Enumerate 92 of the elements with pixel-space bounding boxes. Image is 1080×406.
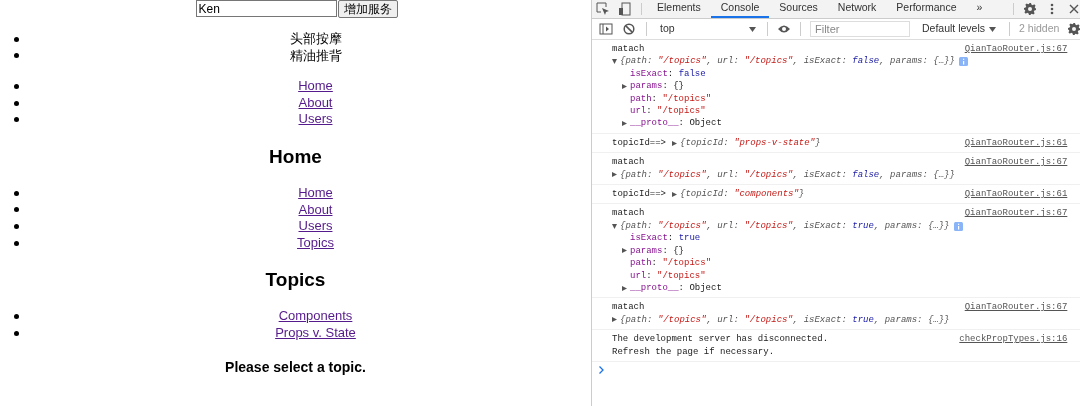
topic-link[interactable]: Components bbox=[278, 308, 353, 324]
devtools-tab[interactable]: Performance bbox=[886, 0, 967, 18]
nav-link[interactable]: Users bbox=[298, 111, 333, 127]
more-tabs-button[interactable]: » bbox=[966, 0, 993, 18]
nav-link[interactable]: Topics bbox=[297, 234, 334, 250]
bullet-icon bbox=[14, 53, 19, 59]
source-link[interactable]: QianTaoRouter.js:67 bbox=[964, 301, 1068, 314]
object-summary[interactable]: {path: "/topics", url: "/topics", isExact: false, params: {…}} bbox=[620, 168, 955, 182]
log-label: topicId==> bbox=[612, 136, 666, 150]
page-heading: Home bbox=[268, 145, 323, 168]
object-property[interactable]: params: {} bbox=[630, 80, 685, 93]
object-summary[interactable]: {path: "/topics", url: "/topics", isExact: false, params: {…}} bbox=[620, 55, 955, 68]
log-label: matach bbox=[612, 156, 645, 169]
object-summary[interactable]: {topicId: "components"} bbox=[680, 188, 805, 201]
expand-triangle-icon[interactable] bbox=[622, 121, 627, 127]
source-link[interactable]: QianTaoRouter.js:67 bbox=[964, 207, 1068, 220]
close-icon[interactable] bbox=[1069, 4, 1080, 14]
info-icon bbox=[958, 57, 968, 67]
log-label: matach bbox=[612, 207, 645, 220]
caret-icon bbox=[989, 26, 997, 32]
nav-link[interactable]: Users bbox=[298, 218, 333, 234]
expand-triangle-icon[interactable] bbox=[672, 191, 677, 197]
info-icon bbox=[953, 221, 963, 231]
object-summary[interactable]: {path: "/topics", url: "/topics", isExact: true, params: {…}} bbox=[620, 313, 950, 327]
bullet-icon bbox=[14, 330, 19, 336]
log-levels-dropdown[interactable]: Default levels bbox=[914, 19, 1005, 39]
source-link[interactable]: QianTaoRouter.js:67 bbox=[964, 43, 1068, 56]
eye-icon[interactable] bbox=[777, 24, 791, 34]
add-service-button[interactable]: 增加服务 bbox=[337, 0, 398, 18]
object-property[interactable]: __proto__: Object bbox=[630, 281, 722, 295]
object-summary[interactable]: {path: "/topics", url: "/topics", isExact: true, params: {…}} bbox=[620, 219, 950, 233]
context-selector[interactable]: top bbox=[652, 19, 762, 39]
devtools-tab[interactable]: Sources bbox=[769, 0, 828, 18]
nav-link[interactable]: Home bbox=[298, 184, 333, 200]
expand-triangle-icon[interactable] bbox=[612, 172, 617, 178]
log-label: matach bbox=[612, 43, 645, 56]
settings-icon[interactable] bbox=[1023, 2, 1038, 16]
collapse-triangle-icon[interactable] bbox=[612, 59, 617, 65]
expand-triangle-icon[interactable] bbox=[612, 317, 617, 323]
hidden-count: 2 hidden bbox=[1018, 21, 1061, 37]
clear-console-icon[interactable] bbox=[623, 23, 635, 35]
bullet-icon bbox=[14, 117, 19, 123]
collapse-triangle-icon[interactable] bbox=[612, 223, 617, 229]
bullet-icon bbox=[14, 207, 19, 213]
expand-triangle-icon[interactable] bbox=[622, 83, 627, 89]
bullet-icon bbox=[14, 314, 19, 320]
nav-link[interactable]: About bbox=[298, 94, 333, 110]
object-property: isExact: true bbox=[630, 232, 701, 245]
log-label: topicId==> bbox=[612, 188, 666, 201]
object-property[interactable]: __proto__: Object bbox=[630, 117, 722, 130]
more-options-icon[interactable] bbox=[1049, 2, 1056, 16]
devtools-tab[interactable]: Network bbox=[827, 0, 887, 18]
object-property: isExact: false bbox=[630, 67, 706, 81]
source-link[interactable]: QianTaoRouter.js:61 bbox=[964, 136, 1068, 150]
name-field[interactable]: Ken bbox=[195, 0, 337, 17]
devtools-tab[interactable]: Elements bbox=[647, 0, 711, 18]
object-summary[interactable]: {topicId: "props-v-state"} bbox=[680, 136, 821, 150]
device-icon[interactable] bbox=[618, 2, 632, 16]
nav-link[interactable]: About bbox=[298, 201, 333, 217]
object-property[interactable]: params: {} bbox=[630, 244, 685, 258]
object-property: url: "/topics" bbox=[630, 269, 706, 282]
object-property: url: "/topics" bbox=[630, 105, 706, 118]
filter-field[interactable]: Filter bbox=[810, 21, 910, 37]
expand-triangle-icon[interactable] bbox=[622, 248, 627, 254]
service-item: 头部按摩 bbox=[289, 31, 342, 46]
bullet-icon bbox=[14, 190, 19, 196]
caret-icon bbox=[749, 26, 756, 32]
settings-icon[interactable] bbox=[1067, 22, 1080, 36]
log-message: The development server has disconnected. bbox=[612, 333, 829, 346]
prompt-chevron-icon bbox=[599, 365, 604, 374]
service-item: 精油推背 bbox=[289, 47, 342, 63]
log-label: matach bbox=[612, 301, 645, 314]
sidebar-toggle-icon[interactable] bbox=[599, 23, 613, 35]
topic-prompt: Please select a topic. bbox=[224, 357, 367, 376]
log-message: Refresh the page if necessary. bbox=[612, 345, 775, 358]
source-link[interactable]: QianTaoRouter.js:67 bbox=[964, 156, 1068, 169]
topic-link[interactable]: Props v. State bbox=[275, 324, 356, 340]
bullet-icon bbox=[14, 84, 19, 89]
bullet-icon bbox=[14, 100, 19, 106]
bullet-icon bbox=[14, 223, 19, 229]
expand-triangle-icon[interactable] bbox=[622, 285, 627, 291]
bullet-icon bbox=[14, 240, 19, 246]
inspect-icon[interactable] bbox=[596, 2, 610, 16]
source-link[interactable]: checkPropTypes.js:16 bbox=[959, 333, 1068, 346]
bullet-icon bbox=[14, 36, 19, 42]
page-heading: Topics bbox=[264, 269, 327, 292]
expand-triangle-icon[interactable] bbox=[672, 140, 677, 146]
nav-link[interactable]: Home bbox=[298, 78, 333, 94]
source-link[interactable]: QianTaoRouter.js:61 bbox=[964, 188, 1068, 201]
object-property: path: "/topics" bbox=[630, 92, 712, 106]
devtools-tab[interactable]: Console bbox=[710, 0, 770, 18]
object-property: path: "/topics" bbox=[630, 257, 712, 270]
